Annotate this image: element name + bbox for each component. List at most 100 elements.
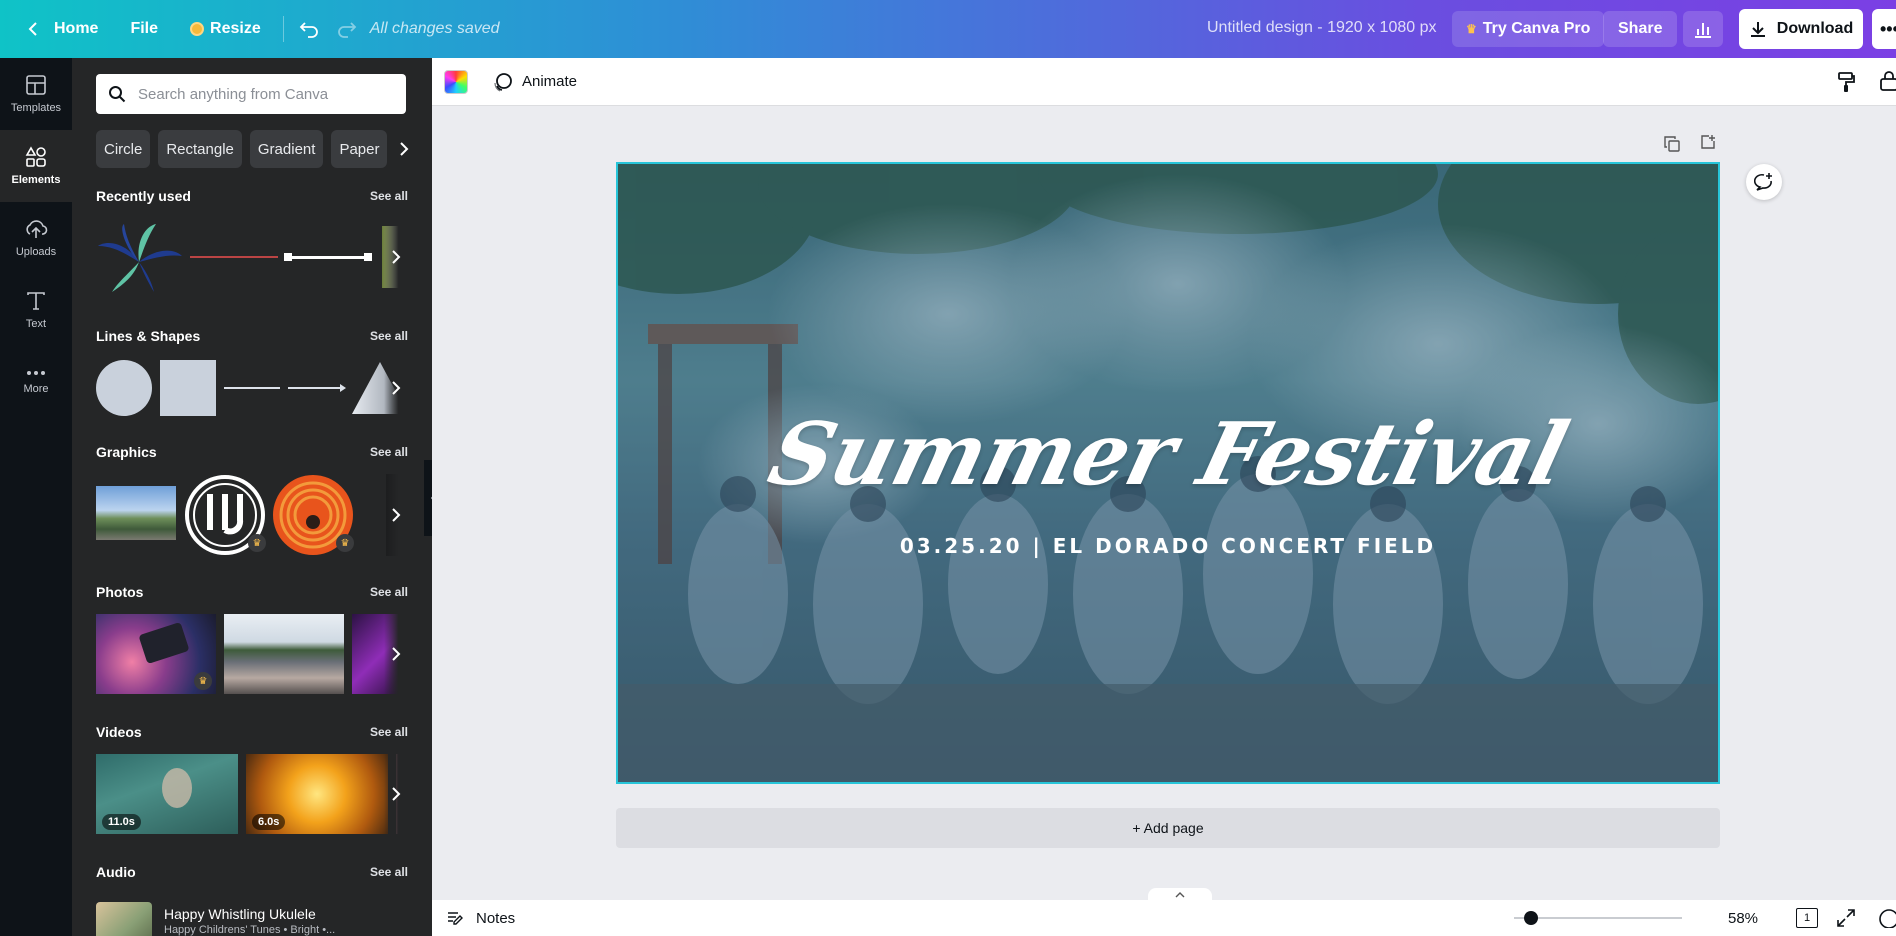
chip-circle[interactable]: Circle [96,130,151,168]
insights-button[interactable] [1683,11,1723,47]
color-picker-button[interactable] [444,69,468,94]
landscape-photo-graphic[interactable] [96,486,176,540]
design-page[interactable]: Summer Festival 03.25.20 | EL DORADO CON… [616,162,1720,784]
concert-camera-photo[interactable]: ♛ [96,614,216,694]
audio-track-subtitle: Happy Childrens' Tunes • Bright •... [164,924,336,936]
animate-icon [494,72,512,92]
animate-button[interactable]: Animate [484,65,585,99]
undo-icon [299,22,318,38]
add-page-icon-button[interactable] [1696,130,1720,154]
editor-canvas-area: Animate Summer Festival 03.25.20 | EL DO… [432,58,1896,936]
see-all-link[interactable]: See all [370,445,408,459]
design-title[interactable]: Untitled design - 1920 x 1080 px [1207,19,1436,37]
download-button[interactable]: Download [1739,9,1863,49]
page-count-button[interactable]: 1 [1796,908,1818,928]
uploads-icon [26,220,48,238]
section-header-audio: Audio See all [96,864,408,880]
festival-crowd-photo[interactable] [224,614,344,694]
see-all-link[interactable]: See all [370,585,408,599]
fullscreen-button[interactable] [1836,908,1856,928]
comment-button[interactable] [1746,164,1782,200]
rail-item-templates[interactable]: Templates [0,58,72,130]
add-page-button[interactable]: + Add page [616,808,1720,848]
section-header-graphics: Graphics See all [96,444,408,460]
rail-label: More [23,383,49,395]
side-rail: Templates Elements Uploads Text More [0,58,72,936]
line-shape[interactable] [224,387,280,389]
chevron-right-icon [392,381,401,395]
search-input[interactable] [138,85,388,103]
see-all-link[interactable]: See all [370,725,408,739]
crown-icon [190,22,205,36]
templates-icon [26,75,46,95]
copy-style-button[interactable] [1832,68,1860,96]
recent-scroll-right-button[interactable] [384,222,408,292]
resize-button[interactable]: Resize [178,10,273,48]
see-all-link[interactable]: See all [370,329,408,343]
suggestion-chips: Circle Rectangle Gradient Paper [96,130,413,168]
audio-track-title: Happy Whistling Ukulele [164,906,316,922]
undo-button[interactable] [294,14,324,44]
rail-label: Templates [10,102,62,114]
try-pro-button[interactable]: ♛ Try Canva Pro [1452,11,1605,47]
palm-leaves-graphic[interactable] [96,222,182,292]
notes-button[interactable]: Notes [446,909,515,927]
pro-label: Try Canva Pro [1482,20,1591,37]
zoom-slider-knob[interactable] [1523,911,1538,925]
red-line-graphic[interactable] [190,256,278,258]
section-title: Photos [96,584,144,600]
audio-track-item[interactable]: Happy Whistling Ukulele Happy Childrens'… [96,902,408,936]
section-title: Lines & Shapes [96,328,201,344]
section-title: Videos [96,724,142,740]
white-line-graphic[interactable] [288,256,368,259]
redo-button[interactable] [332,14,362,44]
notes-icon [448,912,463,925]
file-menu-button[interactable]: File [118,10,170,48]
swimming-video[interactable]: 11.0s [96,754,238,834]
headline-text[interactable]: Summer Festival [618,404,1718,505]
chevron-left-icon [28,22,37,36]
chip-paper[interactable]: Paper [331,130,388,168]
camera-shape [138,621,190,665]
chip-gradient[interactable]: Gradient [249,130,324,168]
lock-button[interactable] [1878,70,1896,94]
help-button[interactable] [1878,908,1896,928]
fire-video[interactable]: 6.0s [246,754,388,834]
square-shape[interactable] [160,360,216,416]
chevron-right-icon [392,508,401,522]
duplicate-page-button[interactable] [1660,132,1684,156]
divider [282,16,284,42]
rail-item-more[interactable]: More [0,346,72,418]
see-all-link[interactable]: See all [370,189,408,203]
circle-shape[interactable] [96,360,152,416]
top-bar: Home File Resize All changes saved Untit… [0,0,1896,58]
subline-text[interactable]: 03.25.20 | EL DORADO CONCERT FIELD [618,534,1718,558]
section-header-videos: Videos See all [96,724,408,740]
shapes-scroll-right-button[interactable] [384,358,408,418]
zoom-slider[interactable] [1514,911,1682,925]
rail-item-uploads[interactable]: Uploads [0,202,72,274]
graphics-scroll-right-button[interactable] [384,474,408,556]
duplicate-icon [1664,136,1680,152]
zoom-level[interactable]: 58% [1728,910,1758,927]
animate-label: Animate [522,73,578,90]
videos-scroll-right-button[interactable] [384,754,408,834]
rail-item-text[interactable]: Text [0,274,72,346]
see-all-link[interactable]: See all [370,865,408,879]
rail-item-elements[interactable]: Elements [0,130,72,202]
arrow-line-shape[interactable] [288,382,348,394]
search-box[interactable] [96,74,406,114]
chevron-right-icon [400,142,409,156]
home-button[interactable]: Home [14,10,110,48]
help-icon [1879,909,1896,928]
video-duration-badge: 6.0s [252,814,286,830]
share-button[interactable]: Share [1603,11,1678,47]
download-icon [1750,22,1765,37]
chip-rectangle[interactable]: Rectangle [158,130,242,168]
chevron-right-icon [392,787,401,801]
photos-scroll-right-button[interactable] [384,614,408,694]
chips-scroll-right-button[interactable] [395,130,413,168]
more-options-button[interactable]: ••• [1872,9,1896,49]
canva-editor: Home File Resize All changes saved Untit… [0,0,1896,936]
videos-row: 11.0s 6.0s [96,754,408,834]
